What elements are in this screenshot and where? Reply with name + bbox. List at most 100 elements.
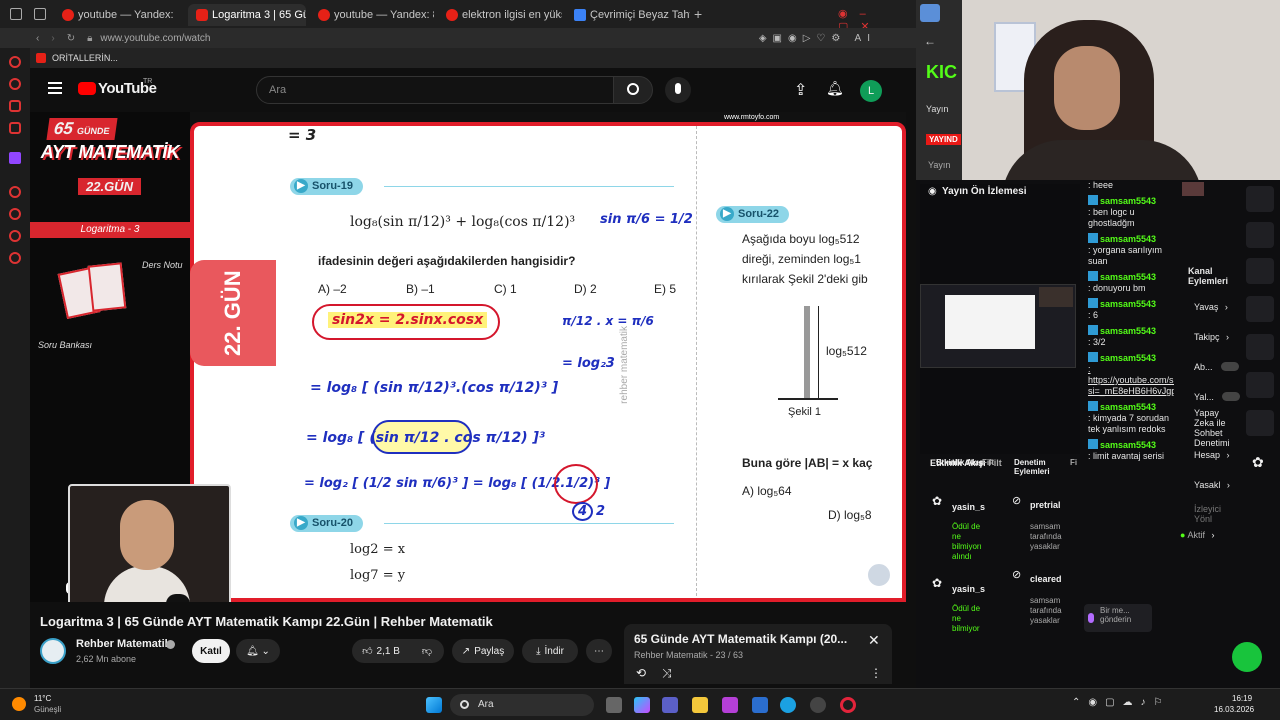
- search-button[interactable]: [613, 76, 653, 104]
- edge-icon[interactable]: [780, 697, 796, 713]
- start-icon[interactable]: [426, 697, 442, 713]
- share-button[interactable]: ↗ Paylaş: [452, 639, 514, 663]
- tab-beyaz-tahta[interactable]: Çevrimiçi Beyaz Tahta - Ç: [566, 4, 690, 26]
- app-icon-purple[interactable]: [722, 697, 738, 713]
- subscribers-toggle[interactable]: Ab...: [1194, 362, 1239, 372]
- chat-username[interactable]: samsam5543: [1100, 440, 1156, 450]
- chat-mic-icon[interactable]: [1088, 613, 1094, 623]
- kick-back-icon[interactable]: ←: [924, 34, 936, 48]
- clock-date[interactable]: 16.03.2026: [1214, 705, 1254, 714]
- notifications-icon[interactable]: 🔔︎: [826, 80, 844, 97]
- target-icon[interactable]: [1246, 186, 1274, 212]
- account-row[interactable]: Hesap ›: [1194, 450, 1230, 460]
- opera-icon[interactable]: [840, 697, 856, 713]
- sidebar-icon-4[interactable]: [9, 122, 21, 134]
- settings-cog-icon[interactable]: ✿: [1252, 454, 1264, 471]
- url-field[interactable]: www.youtube.com/watch: [100, 33, 210, 44]
- channel-avatar[interactable]: [40, 638, 66, 664]
- notes-icon[interactable]: [1246, 258, 1274, 284]
- tab-list-icon[interactable]: [34, 8, 46, 20]
- emote-toggle[interactable]: Yal...: [1194, 392, 1240, 402]
- voice-search-button[interactable]: [665, 77, 691, 103]
- playlist-title[interactable]: 65 Günde AYT Matematik Kampı (20...: [634, 632, 847, 646]
- chat-text[interactable]: : https://youtube.com/shorts/IlQFnMyxNXk…: [1088, 364, 1174, 396]
- chat-username[interactable]: samsam5543: [1100, 196, 1156, 206]
- browser-menu-icon[interactable]: [10, 8, 22, 20]
- kick-floating-button[interactable]: [1232, 642, 1262, 672]
- sidebar-icon-1[interactable]: [9, 56, 21, 68]
- chat-username[interactable]: samsam5543: [1100, 272, 1156, 282]
- search-input[interactable]: Ara: [256, 76, 616, 104]
- activity-filter[interactable]: Filt: [982, 458, 994, 467]
- preview-thumbnail[interactable]: [920, 284, 1076, 368]
- playlist-close-icon[interactable]: ✕: [868, 632, 880, 649]
- viewer-management-row[interactable]: İzleyici Yönl: [1194, 504, 1240, 524]
- sidebar-icon-2[interactable]: [9, 78, 21, 90]
- clock-time[interactable]: 16:19: [1232, 694, 1252, 703]
- active-status[interactable]: ● Aktif ›: [1180, 530, 1214, 540]
- bolt-icon[interactable]: [1246, 222, 1274, 248]
- activity-user-1[interactable]: yasin_s: [952, 502, 985, 512]
- followers-row[interactable]: Takipç ›: [1194, 332, 1229, 342]
- new-tab-button[interactable]: +: [694, 6, 702, 22]
- system-tray-icons[interactable]: ⌃◉▢☁♪⚐: [1072, 697, 1171, 708]
- more-actions-button[interactable]: ⋯: [586, 639, 612, 663]
- chat-username[interactable]: samsam5543: [1100, 402, 1156, 412]
- download-button[interactable]: ⤓ İndir: [522, 639, 578, 663]
- channel-name[interactable]: Rehber Matematik: [76, 638, 171, 650]
- hamburger-menu-icon[interactable]: [48, 82, 62, 94]
- avatar[interactable]: L: [860, 80, 882, 102]
- sidebar-icon-3[interactable]: [9, 100, 21, 112]
- activity-user-2[interactable]: yasin_s: [952, 584, 985, 594]
- subscribe-bell-button[interactable]: 🔔︎ ⌄: [236, 639, 280, 663]
- join-button[interactable]: Katıl: [192, 639, 230, 663]
- reload-icon[interactable]: ↻: [67, 33, 75, 44]
- task-view-icon[interactable]: [606, 697, 622, 713]
- forward-icon[interactable]: ›: [51, 33, 54, 44]
- mod-action-2[interactable]: cleared: [1030, 574, 1062, 584]
- back-icon[interactable]: ‹: [36, 33, 39, 44]
- bookmark-item[interactable]: ORİTALLERİN...: [52, 53, 118, 63]
- loop-icon[interactable]: ⟲: [636, 666, 646, 680]
- ai-moderation-row[interactable]: Yapay Zeka ile Sohbet Denetimi: [1194, 408, 1238, 448]
- taskbar-search[interactable]: Ara: [450, 694, 594, 716]
- app-icon-grid[interactable]: [752, 697, 768, 713]
- upload-icon[interactable]: ⇪: [794, 80, 807, 100]
- weather-icon[interactable]: [12, 697, 26, 711]
- wrench-icon[interactable]: [1246, 410, 1274, 436]
- banned-row[interactable]: Yasakl ›: [1194, 480, 1230, 490]
- layout-icon[interactable]: [1246, 372, 1274, 398]
- chat-input[interactable]: Bir me... gönderin: [1084, 604, 1152, 632]
- chat-username[interactable]: samsam5543: [1100, 234, 1156, 244]
- address-actions[interactable]: ◈▣◉▷♡⚙ AI: [759, 33, 876, 44]
- tab-yandex-1[interactable]: youtube — Yandex: 7 milyo: [54, 4, 174, 26]
- chat-username[interactable]: samsam5543: [1100, 299, 1156, 309]
- tab-yandex-2[interactable]: youtube — Yandex: 8 milyo: [310, 4, 434, 26]
- dislike-button[interactable]: 👎︎: [410, 639, 444, 663]
- tab-youtube-active[interactable]: Logaritma 3 | 65 Günd: [188, 4, 306, 26]
- twitch-icon[interactable]: [9, 152, 21, 164]
- teams-icon[interactable]: [662, 697, 678, 713]
- app-icon-multi[interactable]: [810, 697, 826, 713]
- file-explorer-icon[interactable]: [692, 697, 708, 713]
- settings-icon[interactable]: [9, 252, 21, 264]
- sidebar-icon-8[interactable]: [9, 230, 21, 242]
- shuffle-icon[interactable]: ⤨: [662, 666, 672, 681]
- moderation-filter[interactable]: Fi: [1070, 458, 1077, 467]
- sidebar-icon-7[interactable]: [9, 208, 21, 220]
- broadcast-icon[interactable]: [1246, 334, 1274, 360]
- kick-logo[interactable]: KIC: [926, 62, 957, 83]
- copilot-icon[interactable]: [634, 697, 650, 713]
- youtube-logo-icon[interactable]: [78, 82, 96, 95]
- sidebar-icon-6[interactable]: [9, 186, 21, 198]
- like-button[interactable]: 👍︎ 2,1 B: [352, 639, 410, 663]
- tab-elektron[interactable]: elektron ilgisi en yüksek v: [438, 4, 562, 26]
- chat-username[interactable]: samsam5543: [1100, 353, 1156, 363]
- video-player[interactable]: 65 GÜNDE AYT MATEMATİK 22.GÜN Logaritma …: [30, 112, 906, 602]
- playlist-menu-icon[interactable]: ⋮: [870, 666, 882, 680]
- chat-username[interactable]: samsam5543: [1100, 326, 1156, 336]
- slow-mode-row[interactable]: Yavaş ›: [1194, 302, 1228, 312]
- activity-tab-label[interactable]: Etkinlik Akışı: [936, 458, 986, 467]
- chat-bubble-icon[interactable]: [1246, 296, 1274, 322]
- kick-tab-icon[interactable]: [920, 4, 940, 22]
